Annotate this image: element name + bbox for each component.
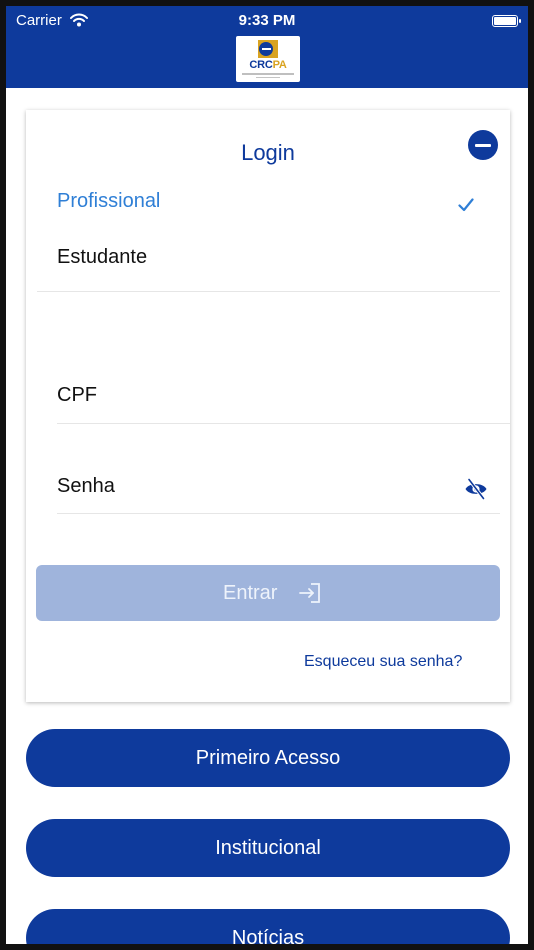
battery-icon <box>492 15 521 27</box>
news-button[interactable]: Notícias <box>26 909 510 944</box>
login-card: Login Profissional Estudante CPF Senha E… <box>26 110 510 702</box>
app-screen: Carrier 9:33 PM CRCPA Login Profissional… <box>6 6 528 944</box>
user-type-option-estudante[interactable]: Estudante <box>57 246 147 269</box>
collapse-login-button[interactable] <box>468 130 498 160</box>
login-submit-label: Entrar <box>223 582 278 604</box>
crcpa-logo: CRCPA <box>236 36 300 82</box>
logo-brand-left: CRC <box>249 59 273 71</box>
status-time: 9:33 PM <box>238 12 296 29</box>
password-field[interactable]: Senha <box>57 475 115 498</box>
logo-fine-print-2 <box>256 77 280 78</box>
status-bar: Carrier 9:33 PM <box>6 11 528 31</box>
logo-brand-right: PA <box>272 59 287 71</box>
cpf-field[interactable]: CPF <box>57 384 97 407</box>
eye-slash-icon[interactable] <box>464 478 488 500</box>
cpf-field-underline <box>57 423 510 424</box>
login-title: Login <box>241 140 295 165</box>
user-type-divider <box>37 291 500 292</box>
logo-emblem-icon <box>258 40 278 58</box>
login-submit-button[interactable]: Entrar <box>36 565 500 621</box>
first-access-button[interactable]: Primeiro Acesso <box>26 729 510 787</box>
password-field-underline <box>57 513 500 514</box>
logo-wordmark: CRCPA <box>236 59 300 71</box>
institutional-button[interactable]: Institucional <box>26 819 510 877</box>
minus-circle-icon <box>475 144 491 147</box>
user-type-option-profissional[interactable]: Profissional <box>57 190 160 213</box>
forgot-password-link[interactable]: Esqueceu sua senha? <box>304 653 462 671</box>
checkmark-icon <box>458 198 474 212</box>
sign-in-icon <box>299 583 320 603</box>
logo-fine-print <box>242 73 294 75</box>
app-header: Carrier 9:33 PM CRCPA <box>6 6 528 88</box>
